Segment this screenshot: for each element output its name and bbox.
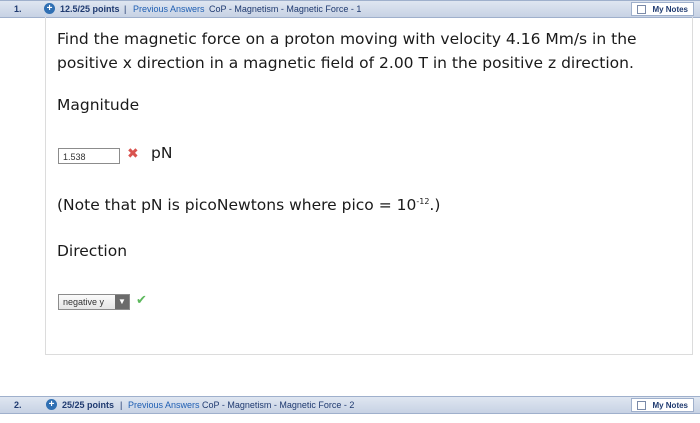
separator: | [120,400,123,410]
separator: | [124,4,127,14]
dropdown-arrow-icon[interactable]: ▼ [115,295,129,309]
notes-checkbox-icon [637,401,647,410]
note-text: (Note that pN is picoNewtons where pico … [57,196,417,214]
question-number: 2. [14,400,22,410]
note-exponent: -12 [416,196,430,206]
direction-select[interactable]: negative y ▼ [58,294,130,310]
direction-label: Direction [57,242,128,260]
question-title: CoP - Magnetism - Magnetic Force - 2 [202,400,355,410]
magnitude-label: Magnitude [57,96,140,114]
my-notes-label: My Notes [652,401,688,410]
question-1-header: 1. + 12.5/25 points | Previous Answers C… [0,0,700,18]
points-score: 12.5/25 points [60,4,120,14]
magnitude-input[interactable]: 1.538 [58,148,120,164]
my-notes-button[interactable]: My Notes [631,2,694,16]
my-notes-label: My Notes [652,5,688,14]
question-2-header: 2. + 25/25 points | Previous Answers CoP… [0,396,700,414]
check-icon: ✔ [136,293,147,308]
question-number: 1. [14,4,22,14]
direction-selected-value: negative y [63,297,105,307]
points-score: 25/25 points [62,400,115,410]
question-title: CoP - Magnetism - Magnetic Force - 1 [209,4,362,14]
question-prompt: Find the magnetic force on a proton movi… [57,30,637,72]
plus-circle-icon[interactable]: + [46,399,57,410]
my-notes-button[interactable]: My Notes [631,398,694,412]
magnitude-unit: pN [151,144,173,162]
notes-checkbox-icon [637,5,647,14]
note-end: .) [429,196,441,214]
previous-answers-link[interactable]: Previous Answers [128,397,200,413]
units-note: (Note that pN is picoNewtons where pico … [57,196,440,214]
previous-answers-link[interactable]: Previous Answers [133,1,205,17]
x-icon: ✖ [127,146,139,162]
plus-circle-icon[interactable]: + [44,3,55,14]
